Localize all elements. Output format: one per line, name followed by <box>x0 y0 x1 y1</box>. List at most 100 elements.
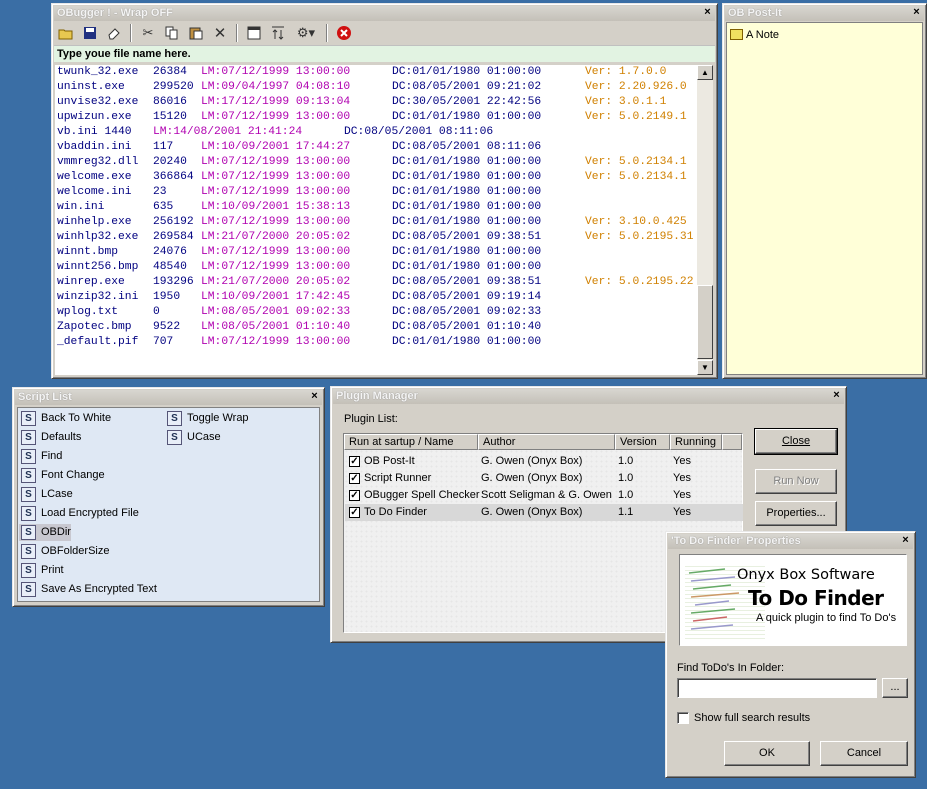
script-item[interactable]: S OBDir <box>19 524 71 541</box>
line-name: winhlp32.exe <box>57 231 139 243</box>
script-item[interactable]: S Save As Encrypted Text <box>19 581 157 598</box>
ok-button[interactable]: OK <box>724 741 810 766</box>
close-icon[interactable]: × <box>910 7 923 19</box>
line-name: winhelp.exe <box>57 216 132 228</box>
open-icon[interactable] <box>56 24 76 42</box>
run-at-startup-checkbox[interactable]: ✓ <box>349 507 360 518</box>
plugin-row[interactable]: ✓ To Do Finder G. Owen (Onyx Box) 1.1 Yes <box>345 504 743 521</box>
folder-label: Find ToDo's In Folder: <box>677 662 785 674</box>
line-lm: LM:14/08/2001 21:41:24 <box>153 126 303 138</box>
script-item[interactable]: S UCase <box>165 429 221 446</box>
close-button[interactable]: Close <box>754 428 838 455</box>
script-item[interactable]: S Back To White <box>19 410 111 427</box>
cancel-button[interactable]: Cancel <box>820 741 908 766</box>
editor-line: Zapotec.bmp 9522 LM:08/05/2001 01:10:40 DC:… <box>55 320 700 335</box>
scroll-up-icon[interactable]: ▲ <box>697 65 713 80</box>
plugin-name: OBugger Spell Checker <box>364 489 480 501</box>
close-icon[interactable]: × <box>899 535 912 547</box>
note-item[interactable]: A Note <box>730 27 779 43</box>
column-header-version[interactable]: Version <box>615 434 670 450</box>
sort-icon[interactable] <box>268 24 288 42</box>
script-item-label: Font Change <box>41 469 105 481</box>
text-editor[interactable]: twunk_32.exe 26384 LM:07/12/1999 13:00:00 D… <box>55 65 700 375</box>
obugger-window: OBugger ! - Wrap OFF × ✂ ✕ ⚙▾ Type youe … <box>51 3 718 379</box>
script-icon: S <box>21 506 36 521</box>
company-name: Onyx Box Software <box>737 567 875 583</box>
script-item[interactable]: S LCase <box>19 486 73 503</box>
note-label: A Note <box>746 29 780 41</box>
script-item[interactable]: S Defaults <box>19 429 81 446</box>
script-item[interactable]: S OBFolderSize <box>19 543 109 560</box>
editor-line: welcome.exe 366864 LM:07/12/1999 13:00:00 D… <box>55 170 700 185</box>
script-item-label: Toggle Wrap <box>187 412 249 424</box>
close-icon[interactable]: × <box>701 7 714 19</box>
cut-icon[interactable]: ✂ <box>138 24 158 42</box>
line-dc: DC:01/01/1980 01:00:00 <box>392 261 542 273</box>
editor-line: upwizun.exe 15120 LM:07/12/1999 13:00:00 DC… <box>55 110 700 125</box>
line-size: 48540 <box>153 261 187 273</box>
line-size: 86016 <box>153 96 187 108</box>
script-item[interactable]: S Toggle Wrap <box>165 410 249 427</box>
plugin-row[interactable]: ✓ Script Runner G. Owen (Onyx Box) 1.0 Yes <box>345 470 743 487</box>
script-list-titlebar[interactable]: Script List × <box>15 390 322 405</box>
line-name: unvise32.exe <box>57 96 139 108</box>
folder-input[interactable] <box>677 678 877 698</box>
stop-icon[interactable] <box>334 24 354 42</box>
run-at-startup-checkbox[interactable]: ✓ <box>349 473 360 484</box>
editor-line: welcome.ini 23 LM:07/12/1999 13:00:00 DC:01… <box>55 185 700 200</box>
line-lm: LM:21/07/2000 20:05:02 <box>201 231 351 243</box>
script-item-label: Load Encrypted File <box>41 507 139 519</box>
script-item[interactable]: S Load Encrypted File <box>19 505 139 522</box>
paste-icon[interactable] <box>186 24 206 42</box>
plugin-row[interactable]: ✓ OBugger Spell Checker Scott Seligman & G… <box>345 487 743 504</box>
column-header-running[interactable]: Running <box>670 434 722 450</box>
filename-input[interactable]: Type youe file name here. <box>54 45 715 62</box>
line-dc: DC:01/01/1980 01:00:00 <box>392 186 542 198</box>
todo-titlebar[interactable]: 'To Do Finder' Properties × <box>668 534 913 549</box>
script-item[interactable]: S Find <box>19 448 62 465</box>
line-dc: DC:08/05/2001 09:38:51 <box>392 231 542 243</box>
line-lm: LM:07/12/1999 13:00:00 <box>201 156 351 168</box>
column-header-author[interactable]: Author <box>478 434 615 450</box>
copy-icon[interactable] <box>162 24 182 42</box>
line-size: 117 <box>153 141 174 153</box>
column-header-name[interactable]: Run at sartup / Name <box>344 434 478 450</box>
run-at-startup-checkbox[interactable]: ✓ <box>349 490 360 501</box>
toolbar-separator <box>130 24 132 42</box>
close-icon[interactable]: × <box>830 390 843 402</box>
postit-window: OB Post-It × A Note <box>722 3 927 379</box>
scroll-thumb[interactable] <box>697 285 713 359</box>
script-item[interactable]: S Print <box>19 562 64 579</box>
plugin-row[interactable]: ✓ OB Post-It G. Owen (Onyx Box) 1.0 Yes <box>345 453 743 470</box>
line-dc: DC:08/05/2001 01:10:40 <box>392 321 542 333</box>
eraser-icon[interactable] <box>104 24 124 42</box>
show-full-checkbox[interactable]: Show full search results <box>677 711 810 725</box>
run-at-startup-checkbox[interactable]: ✓ <box>349 456 360 467</box>
plugin-manager-titlebar[interactable]: Plugin Manager × <box>333 389 844 404</box>
todo-title: 'To Do Finder' Properties <box>671 535 801 547</box>
script-icon: S <box>21 411 36 426</box>
script-icon: S <box>167 430 182 445</box>
properties-button[interactable]: Properties... <box>755 501 837 526</box>
run-now-button[interactable]: Run Now <box>755 469 837 494</box>
plugin-icon[interactable]: ⚙▾ <box>292 24 320 42</box>
obugger-titlebar[interactable]: OBugger ! - Wrap OFF × <box>54 6 715 21</box>
plugin-list-label: Plugin List: <box>344 413 398 425</box>
editor-line: winzip32.ini 1950 LM:10/09/2001 17:42:45 DC… <box>55 290 700 305</box>
plugin-author: G. Owen (Onyx Box) <box>481 455 583 467</box>
line-size: 1950 <box>153 291 181 303</box>
vertical-scrollbar[interactable]: ▲ ▼ <box>697 65 713 375</box>
close-icon[interactable]: × <box>308 391 321 403</box>
delete-icon[interactable]: ✕ <box>210 24 230 42</box>
window-icon[interactable] <box>244 24 264 42</box>
save-icon[interactable] <box>80 24 100 42</box>
line-dc: DC:30/05/2001 22:42:56 <box>392 96 542 108</box>
checkbox-box[interactable] <box>677 712 689 724</box>
scroll-down-icon[interactable]: ▼ <box>697 360 713 375</box>
script-item[interactable]: S Font Change <box>19 467 105 484</box>
browse-button[interactable]: ... <box>882 678 908 698</box>
product-name: To Do Finder <box>748 586 884 610</box>
line-ver: Ver: 5.0.2195.22 <box>585 276 694 288</box>
line-ver: Ver: 5.0.2195.31 <box>585 231 694 243</box>
postit-titlebar[interactable]: OB Post-It × <box>725 6 924 21</box>
